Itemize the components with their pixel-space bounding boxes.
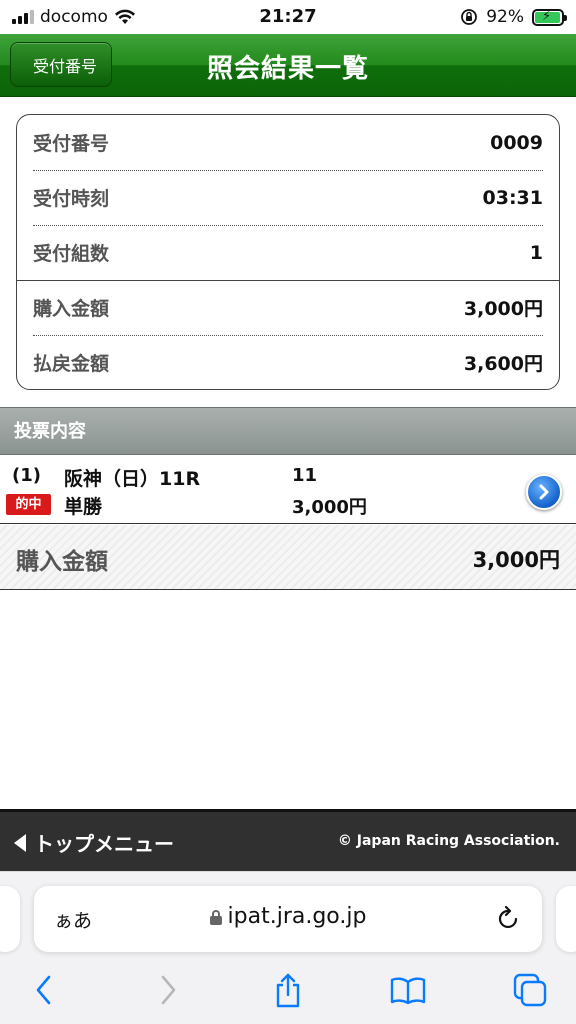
forward-nav-button[interactable] bbox=[146, 968, 190, 1012]
info-row-set-count: 受付組数 1 bbox=[33, 225, 543, 280]
reload-icon[interactable] bbox=[496, 904, 522, 932]
info-value: 03:31 bbox=[482, 186, 543, 209]
info-row-receipt-number: 受付番号 0009 bbox=[33, 115, 543, 170]
section-header-vote-contents: 投票内容 bbox=[0, 407, 576, 455]
info-label: 受付番号 bbox=[33, 133, 110, 155]
bookmarks-button[interactable] bbox=[386, 968, 430, 1012]
info-label: 受付時刻 bbox=[33, 188, 110, 210]
back-nav-button[interactable] bbox=[22, 968, 66, 1012]
footer-bar: トップメニュー © Japan Racing Association. bbox=[0, 809, 576, 871]
previous-tab-preview[interactable] bbox=[0, 886, 20, 952]
info-label: 受付組数 bbox=[33, 243, 110, 265]
total-value: 3,000円 bbox=[472, 548, 560, 572]
info-row-purchase-amount: 購入金額 3,000円 bbox=[33, 280, 543, 335]
address-bar[interactable]: ぁあ ipat.jra.go.jp bbox=[34, 886, 542, 952]
info-value: 3,000円 bbox=[463, 298, 543, 320]
status-right: 92% ⚡ bbox=[460, 7, 567, 27]
vote-number: (1) bbox=[12, 465, 41, 486]
chevron-right-icon bbox=[539, 484, 549, 500]
hit-badge: 的中 bbox=[6, 494, 51, 515]
battery-icon: ⚡ bbox=[532, 8, 567, 26]
vote-horse-number: 11 bbox=[292, 465, 318, 486]
vote-amount: 3,000円 bbox=[292, 497, 367, 518]
info-row-receipt-time: 受付時刻 03:31 bbox=[33, 170, 543, 225]
copyright-text: © Japan Racing Association. bbox=[337, 833, 560, 849]
share-icon bbox=[276, 973, 300, 1008]
url-display[interactable]: ipat.jra.go.jp bbox=[34, 904, 542, 929]
vote-race: 阪神（日）11R bbox=[64, 468, 201, 490]
tabs-icon bbox=[513, 973, 547, 1007]
book-icon bbox=[390, 977, 426, 1005]
top-menu-link[interactable]: トップメニュー bbox=[14, 828, 174, 857]
top-menu-label: トップメニュー bbox=[34, 832, 174, 856]
info-value: 1 bbox=[529, 241, 543, 264]
chevron-right-icon bbox=[161, 975, 176, 1005]
browser-bottom-bar: ぁあ ipat.jra.go.jp bbox=[0, 871, 576, 1024]
vote-row[interactable]: (1) 阪神（日）11R 11 的中 単勝 3,000円 bbox=[0, 456, 576, 524]
info-value: 0009 bbox=[490, 131, 543, 154]
tabs-button[interactable] bbox=[508, 968, 552, 1012]
total-row: 購入金額 3,000円 bbox=[0, 525, 576, 590]
battery-percent: 92% bbox=[486, 7, 524, 27]
status-bar: docomo 21:27 92% ⚡ bbox=[0, 0, 576, 34]
next-tab-preview[interactable] bbox=[556, 886, 576, 952]
total-label: 購入金額 bbox=[16, 549, 108, 575]
triangle-left-icon bbox=[14, 833, 26, 852]
url-text: ipat.jra.go.jp bbox=[227, 904, 367, 929]
vote-bet-type: 単勝 bbox=[64, 496, 103, 518]
orientation-lock-icon bbox=[461, 9, 478, 25]
info-label: 購入金額 bbox=[33, 298, 110, 320]
page-title: 照会結果一覧 bbox=[206, 54, 369, 84]
info-label: 払戻金額 bbox=[33, 353, 110, 375]
info-value: 3,600円 bbox=[463, 353, 543, 375]
browser-toolbar bbox=[0, 968, 576, 1018]
chevron-left-icon bbox=[36, 975, 51, 1005]
share-button[interactable] bbox=[266, 968, 310, 1012]
chevron-right-circle-icon[interactable] bbox=[526, 474, 562, 510]
info-row-payout-amount: 払戻金額 3,600円 bbox=[33, 335, 543, 389]
lock-icon bbox=[209, 910, 222, 925]
summary-card: 受付番号 0009 受付時刻 03:31 受付組数 1 購入金額 3,000円 … bbox=[16, 114, 560, 390]
nav-header: 受付番号 照会結果一覧 bbox=[0, 34, 576, 97]
